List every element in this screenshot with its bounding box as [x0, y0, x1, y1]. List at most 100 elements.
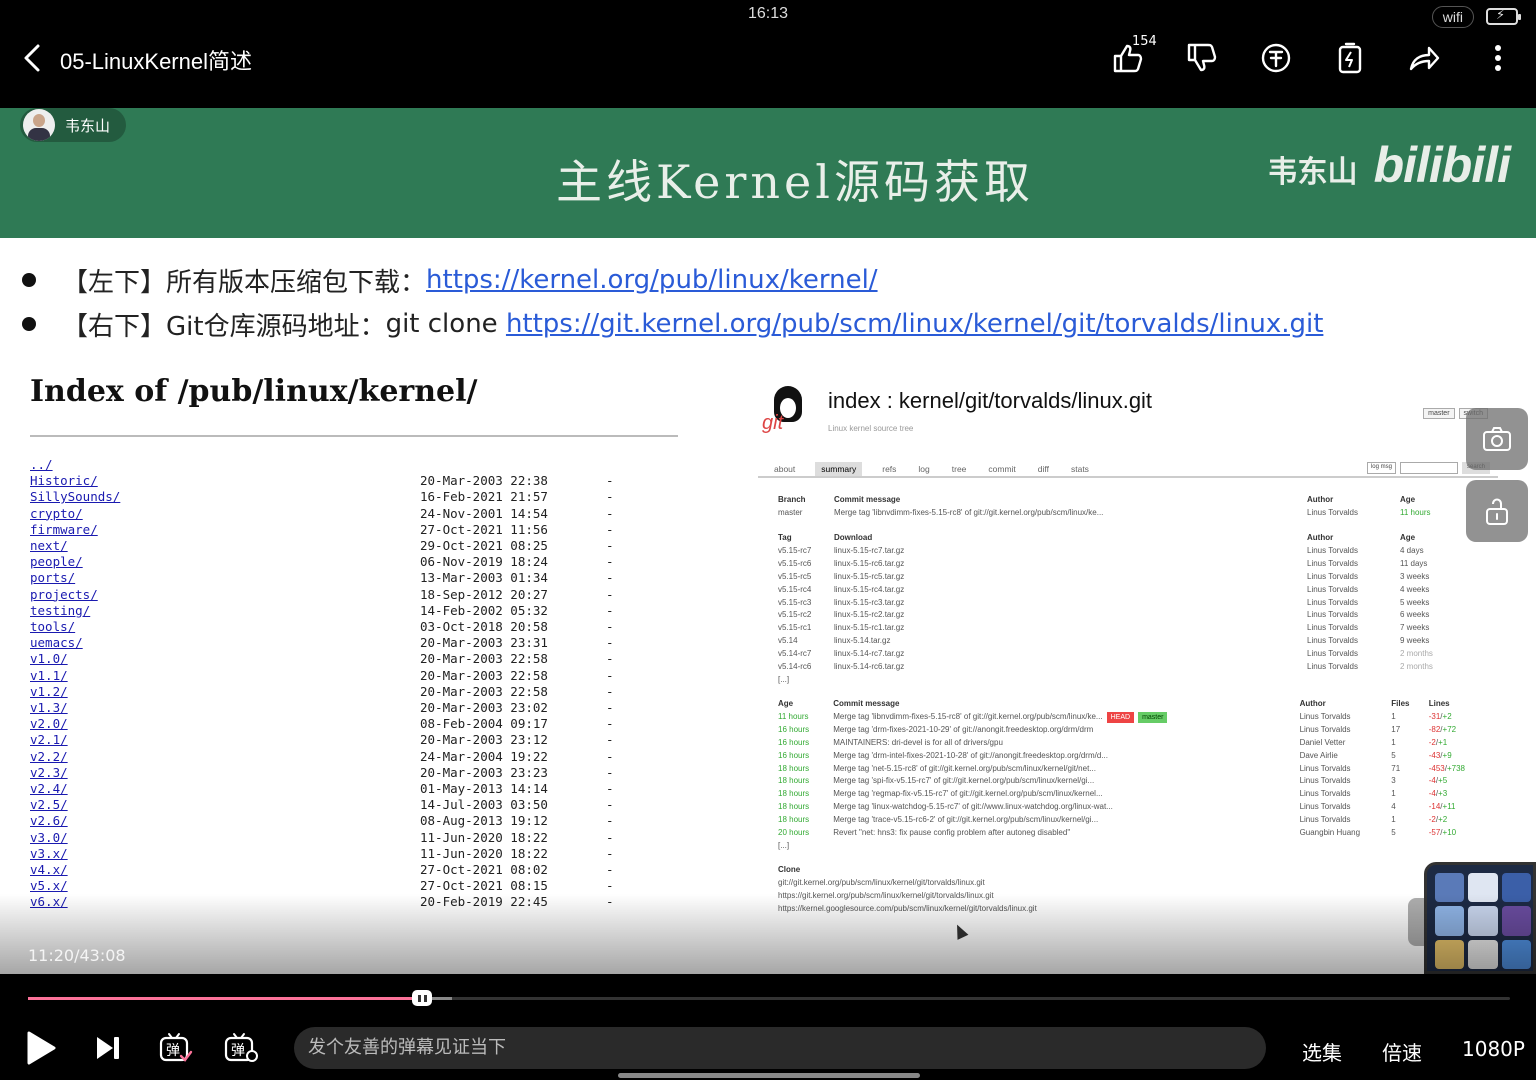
author: Linus Torvalds: [1299, 763, 1351, 773]
file-size: -: [606, 602, 614, 618]
age: 6 weeks: [1400, 610, 1430, 620]
table-row: 11 hours Merge tag 'libnvdimm-fixes-5.15-…: [778, 711, 1478, 724]
progress-knob[interactable]: [412, 990, 433, 1006]
directory-link: v3.0/: [30, 829, 68, 845]
uploader-chip[interactable]: 韦东山: [20, 108, 127, 142]
author: Linus Torvalds: [1307, 597, 1358, 607]
list-item: v1.0/20-Mar-2003 22:58 -: [30, 651, 690, 667]
battery-icon: ⚡: [1486, 8, 1521, 25]
commit-message: Merge tag 'trace-v5.15-rc6-2' of git://g…: [833, 815, 1099, 825]
tab-about: about: [774, 464, 796, 474]
col-author: Author: [1307, 533, 1334, 542]
table-row: v5.15-rc6 linux-5.15-rc6.tar.gz Linus Torv…: [778, 558, 1478, 571]
author: Linus Torvalds: [1307, 623, 1358, 633]
directory-link: v1.3/: [30, 700, 68, 716]
file-size: -: [606, 619, 614, 635]
file-size: -: [606, 586, 614, 602]
screenshot-button[interactable]: [1466, 408, 1528, 470]
share-button[interactable]: [1406, 40, 1442, 76]
commit-message: Merge tag 'drm-fixes-2021-10-29' of git:…: [833, 724, 1094, 734]
files-changed: 1: [1391, 711, 1396, 721]
tab-refs: refs: [882, 464, 897, 474]
table-row: v5.15-rc4 linux-5.15-rc4.tar.gz Linus Torv…: [778, 584, 1478, 597]
directory-link: ports/: [30, 570, 76, 586]
list-item: Historic/20-Mar-2003 22:38 -: [30, 473, 690, 489]
age: 3 weeks: [1400, 571, 1430, 581]
modified-date: 03-Oct-2018 20:58: [420, 619, 548, 635]
col-age: Age: [1400, 495, 1416, 504]
lock-screen-button[interactable]: [1466, 480, 1528, 542]
directory-link: projects/: [30, 586, 98, 602]
lines-changed: -4/+3: [1428, 789, 1448, 799]
table-header: Clone: [778, 864, 1478, 877]
modified-date: 27-Oct-2021 11:56: [420, 521, 548, 537]
modified-date: 18-Sep-2012 20:27: [420, 586, 548, 602]
file-size: -: [606, 732, 614, 748]
list-item: v2.3/20-Mar-2003 23:23 -: [30, 765, 690, 781]
more-button[interactable]: [1480, 40, 1516, 76]
danmaku-settings-button[interactable]: 弹: [222, 1028, 262, 1068]
coin-button[interactable]: [1258, 40, 1294, 76]
quality-button[interactable]: 1080P: [1462, 1037, 1525, 1061]
commit-message: Merge tag 'drm-intel-fixes-2021-10-28' o…: [833, 750, 1108, 760]
danmaku-toggle-button[interactable]: 弹: [156, 1028, 196, 1068]
files-changed: 3: [1391, 776, 1396, 786]
lines-removed: -4: [1428, 789, 1436, 799]
next-button[interactable]: [88, 1028, 128, 1068]
file-size: -: [606, 505, 614, 521]
commit-age: 18 hours: [778, 815, 810, 825]
age: 7 weeks: [1400, 623, 1430, 633]
author: Linus Torvalds: [1307, 649, 1358, 659]
progress-bar[interactable]: [28, 990, 1510, 1006]
commit-age: 18 hours: [778, 763, 810, 773]
danmaku-on-icon: 弹: [159, 1033, 193, 1062]
video-frame[interactable]: 韦东山 主线Kernel源码获取 韦东山 bilibili 【左下】所有版本压缩…: [0, 108, 1536, 974]
list-item: v2.0/08-Feb-2004 09:17 -: [30, 716, 690, 732]
commit-message-cell: Merge tag 'trace-v5.15-rc6-2' of git://g…: [833, 814, 1299, 827]
git-logo-text: git: [762, 412, 784, 434]
directory-link: crypto/: [30, 505, 83, 521]
back-button[interactable]: [18, 42, 48, 74]
commit-message: Merge tag 'spi-fix-v5.15-rc7' of git://g…: [833, 776, 1095, 786]
index-title: Index of /pub/linux/kernel/: [30, 374, 478, 409]
col-download: Download: [834, 533, 873, 542]
list-item: tools/03-Oct-2018 20:58 -: [30, 619, 690, 635]
files-changed: 1: [1391, 789, 1396, 799]
files-changed: 1: [1391, 737, 1396, 747]
files-changed: 4: [1391, 802, 1396, 812]
list-item: people/06-Nov-2019 18:24 -: [30, 554, 690, 570]
lines-added: +11: [1442, 802, 1456, 812]
lines-removed: -43: [1428, 750, 1441, 760]
commit-message-cell: Merge tag 'libnvdimm-fixes-5.15-rc8' of …: [833, 711, 1299, 724]
episodes-button[interactable]: 选集: [1302, 1037, 1342, 1066]
file-size: -: [606, 748, 614, 764]
list-item: projects/18-Sep-2012 20:27 -: [30, 587, 690, 603]
bilibili-logo: bilibili: [1373, 137, 1511, 193]
home-indicator: [618, 1073, 920, 1078]
commit-age: 20 hours: [778, 828, 810, 838]
commit-message-cell: Merge tag 'regmap-fix-v5.15-rc7' of git:…: [833, 788, 1299, 801]
file-size: -: [606, 781, 614, 797]
commit-age: 18 hours: [778, 776, 810, 786]
commit-age: 16 hours: [778, 724, 810, 734]
lines-removed: -2: [1428, 737, 1436, 747]
lines-changed: -43/+9: [1428, 750, 1452, 760]
dislike-button[interactable]: [1184, 40, 1220, 76]
favorite-button[interactable]: [1332, 40, 1368, 76]
commit-message: Merge tag 'libnvdimm-fixes-5.15-rc8' of …: [833, 711, 1103, 721]
lines-removed: -2: [1428, 815, 1436, 825]
directory-link: v4.x/: [30, 862, 68, 878]
list-item: v2.1/20-Mar-2003 23:12 -: [30, 732, 690, 748]
directory-link: v2.4/: [30, 781, 68, 797]
modified-date: 11-Jun-2020 18:22: [420, 845, 548, 861]
download-link: linux-5.15-rc5.tar.gz: [834, 571, 905, 581]
playback-time: 11:20/43:08: [28, 946, 126, 965]
play-button[interactable]: [20, 1028, 60, 1068]
directory-link: tools/: [30, 619, 76, 635]
lines-changed: -14/+11: [1428, 802, 1456, 812]
speed-button[interactable]: 倍速: [1382, 1037, 1422, 1066]
modified-date: 24-Mar-2004 19:22: [420, 748, 548, 764]
modified-date: 20-Mar-2003 22:38: [420, 473, 548, 489]
danmaku-input[interactable]: 发个友善的弹幕见证当下: [294, 1027, 1266, 1069]
like-button[interactable]: 154: [1110, 34, 1157, 76]
